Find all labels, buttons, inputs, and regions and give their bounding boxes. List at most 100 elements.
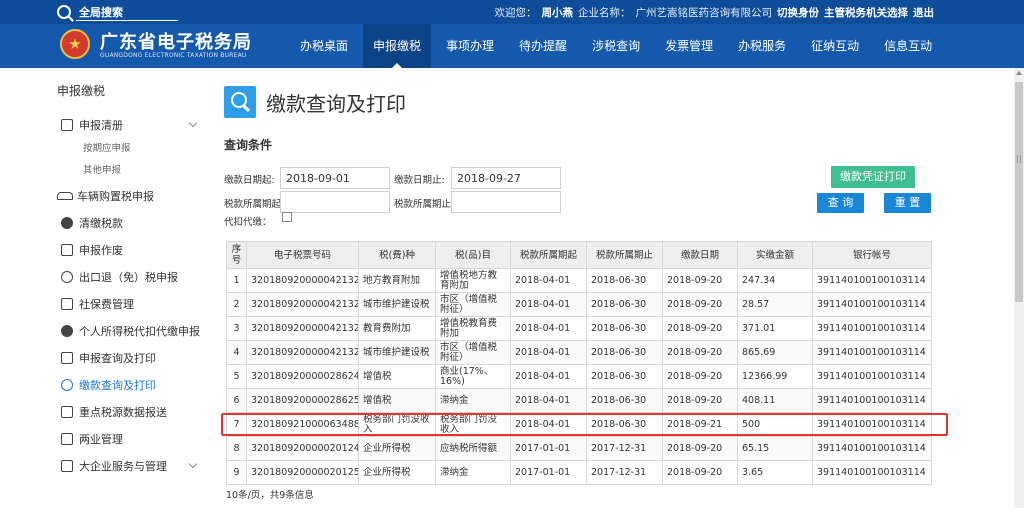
sidebar-item-declaration-list[interactable]: 申报清册 xyxy=(57,111,202,138)
sidebar-item-key-tax-source[interactable]: 重点税源数据报送 xyxy=(57,398,202,425)
table-row[interactable]: 2 320180920000042132 城市维护建设税 市区（增值税附征） 2018-… xyxy=(226,292,932,317)
building-icon xyxy=(61,459,73,472)
table-cell: 2018-09-20 xyxy=(662,364,738,389)
pay-date-end-input[interactable] xyxy=(451,167,561,189)
sidebar-subitem-periodic[interactable]: 按期应申报 xyxy=(57,138,202,160)
agent-withholding-label: 代扣代缴： xyxy=(224,217,272,228)
nav-item[interactable]: 涉税查询 xyxy=(582,24,650,68)
table-cell: 320180920000042132 xyxy=(246,316,359,341)
sidebar-item-large-enterprise[interactable]: 大企业服务与管理 xyxy=(57,452,202,479)
sidebar-item-social-security[interactable]: 社保费管理 xyxy=(57,290,202,317)
table-cell: 320180920000042132 xyxy=(246,292,359,317)
top-bar: 全局搜索 欢迎您： 周小燕 企业名称： 广州艺嵩铭医药咨询有限公司 切换身份 主… xyxy=(0,0,1024,24)
sidebar-item-label: 个人所得税代扣代缴申报 xyxy=(79,324,200,338)
table-cell: 391140100100103114 xyxy=(812,388,932,413)
nav-item[interactable]: 事项办理 xyxy=(436,24,504,68)
sidebar-subitem-other[interactable]: 其他申报 xyxy=(57,160,202,182)
table-cell: 9 xyxy=(226,460,247,485)
table-cell: 市区（增值税附征） xyxy=(435,340,511,365)
table-row[interactable]: 9 320180920000020125 企业所得税 滞纳金 2017-01-01 201… xyxy=(226,460,932,485)
table-cell: 28.57 xyxy=(737,292,813,317)
table-row[interactable]: 4 320180920000042132 城市维护建设税 市区（增值税附征） 2018-… xyxy=(226,340,932,365)
table-cell: 65.15 xyxy=(737,436,813,461)
logout-link[interactable]: 退出 xyxy=(913,5,934,20)
sidebar-item-clear-tax[interactable]: 清缴税款 xyxy=(57,209,202,236)
chevron-down-icon[interactable] xyxy=(188,459,198,469)
scrollbar-thumb[interactable] xyxy=(1015,82,1023,302)
nav-item[interactable]: 发票管理 xyxy=(655,24,723,68)
sidebar-item-declaration-void[interactable]: 申报作废 xyxy=(57,236,202,263)
search-icon[interactable] xyxy=(57,5,71,19)
table-cell: 320180920000028625 xyxy=(246,388,359,413)
table-row[interactable]: 3 320180920000042132 教育费附加 增值税教育费附加 2018-04-… xyxy=(226,316,932,341)
table-cell: 391140100100103114 xyxy=(812,316,932,341)
table-cell: 8 xyxy=(226,436,247,461)
column-header: 税款所属期止 xyxy=(586,241,663,269)
table-cell: 增值税教育费附加 xyxy=(435,316,511,341)
nav-item[interactable]: 申报缴税 xyxy=(363,24,432,68)
period-end-label: 税款所属期止: xyxy=(394,199,455,210)
table-row[interactable]: 1 320180920000042132 地方教育附加 增值税地方教育附加 2018-0… xyxy=(226,268,932,293)
welcome-label: 欢迎您： xyxy=(494,7,537,19)
car-icon xyxy=(57,191,73,200)
nav-item[interactable]: 征纳互动 xyxy=(801,24,869,68)
sidebar-item-vehicle-tax[interactable]: 车辆购置税申报 xyxy=(57,182,202,209)
sidebar-item-payment-query[interactable]: 缴款查询及打印 xyxy=(57,371,202,398)
table-cell: 5 xyxy=(226,364,247,389)
global-search-label[interactable]: 全局搜索 xyxy=(79,4,123,20)
pay-date-end-label: 缴款日期止: xyxy=(394,175,445,186)
table-row[interactable]: 5 320180920000028624 增值税 商业(17%、16%) 2018-04… xyxy=(226,364,932,389)
table-row[interactable]: 8 320180920000020124 企业所得税 应纳税所得额 2017-01-01… xyxy=(226,436,932,461)
table-cell: 320180920000042132 xyxy=(246,340,359,365)
table-cell: 增值税 xyxy=(358,388,436,413)
nav-item[interactable]: 待办提醒 xyxy=(509,24,577,68)
table-cell: 2018-06-30 xyxy=(586,388,663,413)
money-bag-icon xyxy=(61,216,73,229)
sidebar-item-export-refund[interactable]: 出口退（免）税申报 xyxy=(57,263,202,290)
column-header: 银行帐号 xyxy=(812,241,932,269)
switch-identity-link[interactable]: 切换身份 xyxy=(777,5,819,20)
period-end-input[interactable] xyxy=(451,191,561,213)
period-start-input[interactable] xyxy=(280,191,390,213)
table-cell: 2018-06-30 xyxy=(586,340,663,365)
payment-table: 序号 电子税票号码 税(费)种 税(品)目 税款所属期起 税款所属期止 缴款日期 实缴金额 银行… xyxy=(226,241,932,485)
table-cell: 3 xyxy=(226,316,247,341)
table-cell: 3.65 xyxy=(737,460,813,485)
table-cell: 2018-04-01 xyxy=(510,292,587,317)
table-cell: 320180920000042132 xyxy=(246,268,359,293)
nav-item[interactable]: 办税服务 xyxy=(728,24,796,68)
print-icon xyxy=(61,351,73,364)
print-voucher-button[interactable]: 缴款凭证打印 xyxy=(831,166,915,188)
main-nav: 办税桌面 申报缴税 事项办理 待办提醒 涉税查询 发票管理 办税服务 征纳互动 信息互动 xyxy=(290,24,947,68)
search-page-icon xyxy=(224,86,256,118)
nav-item[interactable]: 信息互动 xyxy=(874,24,942,68)
sidebar-item-label: 出口退（免）税申报 xyxy=(79,270,178,284)
sidebar-item-personal-income-tax[interactable]: 个人所得税代扣代缴申报 xyxy=(57,317,202,344)
table-row[interactable]: 6 320180920000028625 增值税 滞纳金 2018-04-01 2018-… xyxy=(226,388,932,413)
scroll-up-arrow-icon[interactable] xyxy=(1016,71,1022,75)
sidebar-item-label: 社保费管理 xyxy=(79,297,134,311)
column-header: 缴款日期 xyxy=(662,241,738,269)
nav-item[interactable]: 办税桌面 xyxy=(290,24,358,68)
table-cell: 391140100100103114 xyxy=(812,292,932,317)
table-cell: 2018-09-20 xyxy=(662,340,738,365)
period-start-label: 税款所属期起: xyxy=(224,199,285,210)
table-cell: 增值税地方教育附加 xyxy=(435,268,511,293)
sidebar-item-label: 缴款查询及打印 xyxy=(79,378,156,392)
chevron-down-icon[interactable] xyxy=(188,118,198,128)
pay-date-start-label: 缴款日期起: xyxy=(224,175,275,186)
reset-button[interactable]: 重 置 xyxy=(884,193,931,213)
section-title: 查询条件 xyxy=(224,138,273,152)
table-cell: 247.34 xyxy=(737,268,813,293)
sidebar-item-two-industries[interactable]: 两业管理 xyxy=(57,425,202,452)
pay-date-start-input[interactable] xyxy=(280,167,390,189)
table-cell: 2018-04-01 xyxy=(510,268,587,293)
table-cell: 2017-01-01 xyxy=(510,460,587,485)
user-name: 周小燕 xyxy=(541,7,574,19)
query-button[interactable]: 查 询 xyxy=(817,193,864,213)
sidebar-item-declaration-query[interactable]: 申报查询及打印 xyxy=(57,344,202,371)
global-search[interactable]: 全局搜索 xyxy=(57,4,123,20)
tax-office-link[interactable]: 主管税务机关选择 xyxy=(824,5,908,20)
agent-withholding-checkbox[interactable] xyxy=(282,212,292,222)
column-header: 税款所属期起 xyxy=(510,241,587,269)
